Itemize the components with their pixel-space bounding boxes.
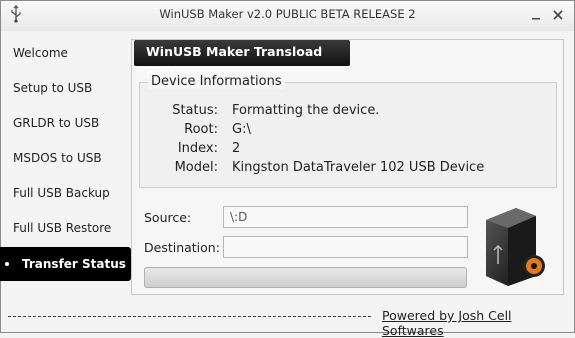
- model-label: Model:: [174, 160, 218, 175]
- status-value: Formatting the device.: [232, 103, 380, 118]
- tab-transload-status[interactable]: WinUSB Maker Transload Status: [134, 40, 350, 83]
- title-bar[interactable]: WinUSB Maker v2.0 PUBLIC BETA RELEASE 2: [1, 1, 574, 31]
- model-value: Kingston DataTraveler 102 USB Device: [232, 160, 485, 175]
- sidebar-item-msdos-to-usb[interactable]: MSDOS to USB: [0, 141, 131, 175]
- transfer-progress-bar: [144, 267, 467, 288]
- minimize-icon[interactable]: [528, 7, 544, 23]
- index-label: Index:: [177, 141, 218, 156]
- status-label: Status:: [172, 103, 218, 118]
- sidebar-item-grldr-to-usb[interactable]: GRLDR to USB: [0, 106, 131, 140]
- source-label: Source:: [144, 210, 192, 225]
- sidebar-item-setup-to-usb[interactable]: Setup to USB: [0, 71, 131, 105]
- window-title: WinUSB Maker v2.0 PUBLIC BETA RELEASE 2: [159, 7, 416, 21]
- root-value: G:\: [232, 122, 251, 137]
- index-value: 2: [232, 141, 241, 156]
- powered-by-link[interactable]: Powered by Josh Cell Softwares: [382, 308, 575, 338]
- device-info-title: Device Informations: [148, 74, 285, 89]
- sidebar-nav: Welcome Setup to USB GRLDR to USB MSDOS …: [0, 35, 131, 287]
- destination-field[interactable]: [223, 236, 468, 258]
- close-icon[interactable]: [550, 7, 566, 23]
- sidebar-item-welcome[interactable]: Welcome: [0, 36, 131, 70]
- sidebar-item-full-usb-restore[interactable]: Full USB Restore: [0, 211, 131, 245]
- sidebar-item-transfer-status[interactable]: Transfer Status: [0, 247, 131, 281]
- source-field[interactable]: \:D: [223, 206, 468, 228]
- hard-drive-icon: [486, 208, 545, 286]
- root-label: Root:: [184, 122, 218, 137]
- destination-label: Destination:: [144, 240, 220, 255]
- footer-divider: [8, 316, 371, 317]
- sidebar-item-full-usb-backup[interactable]: Full USB Backup: [0, 176, 131, 210]
